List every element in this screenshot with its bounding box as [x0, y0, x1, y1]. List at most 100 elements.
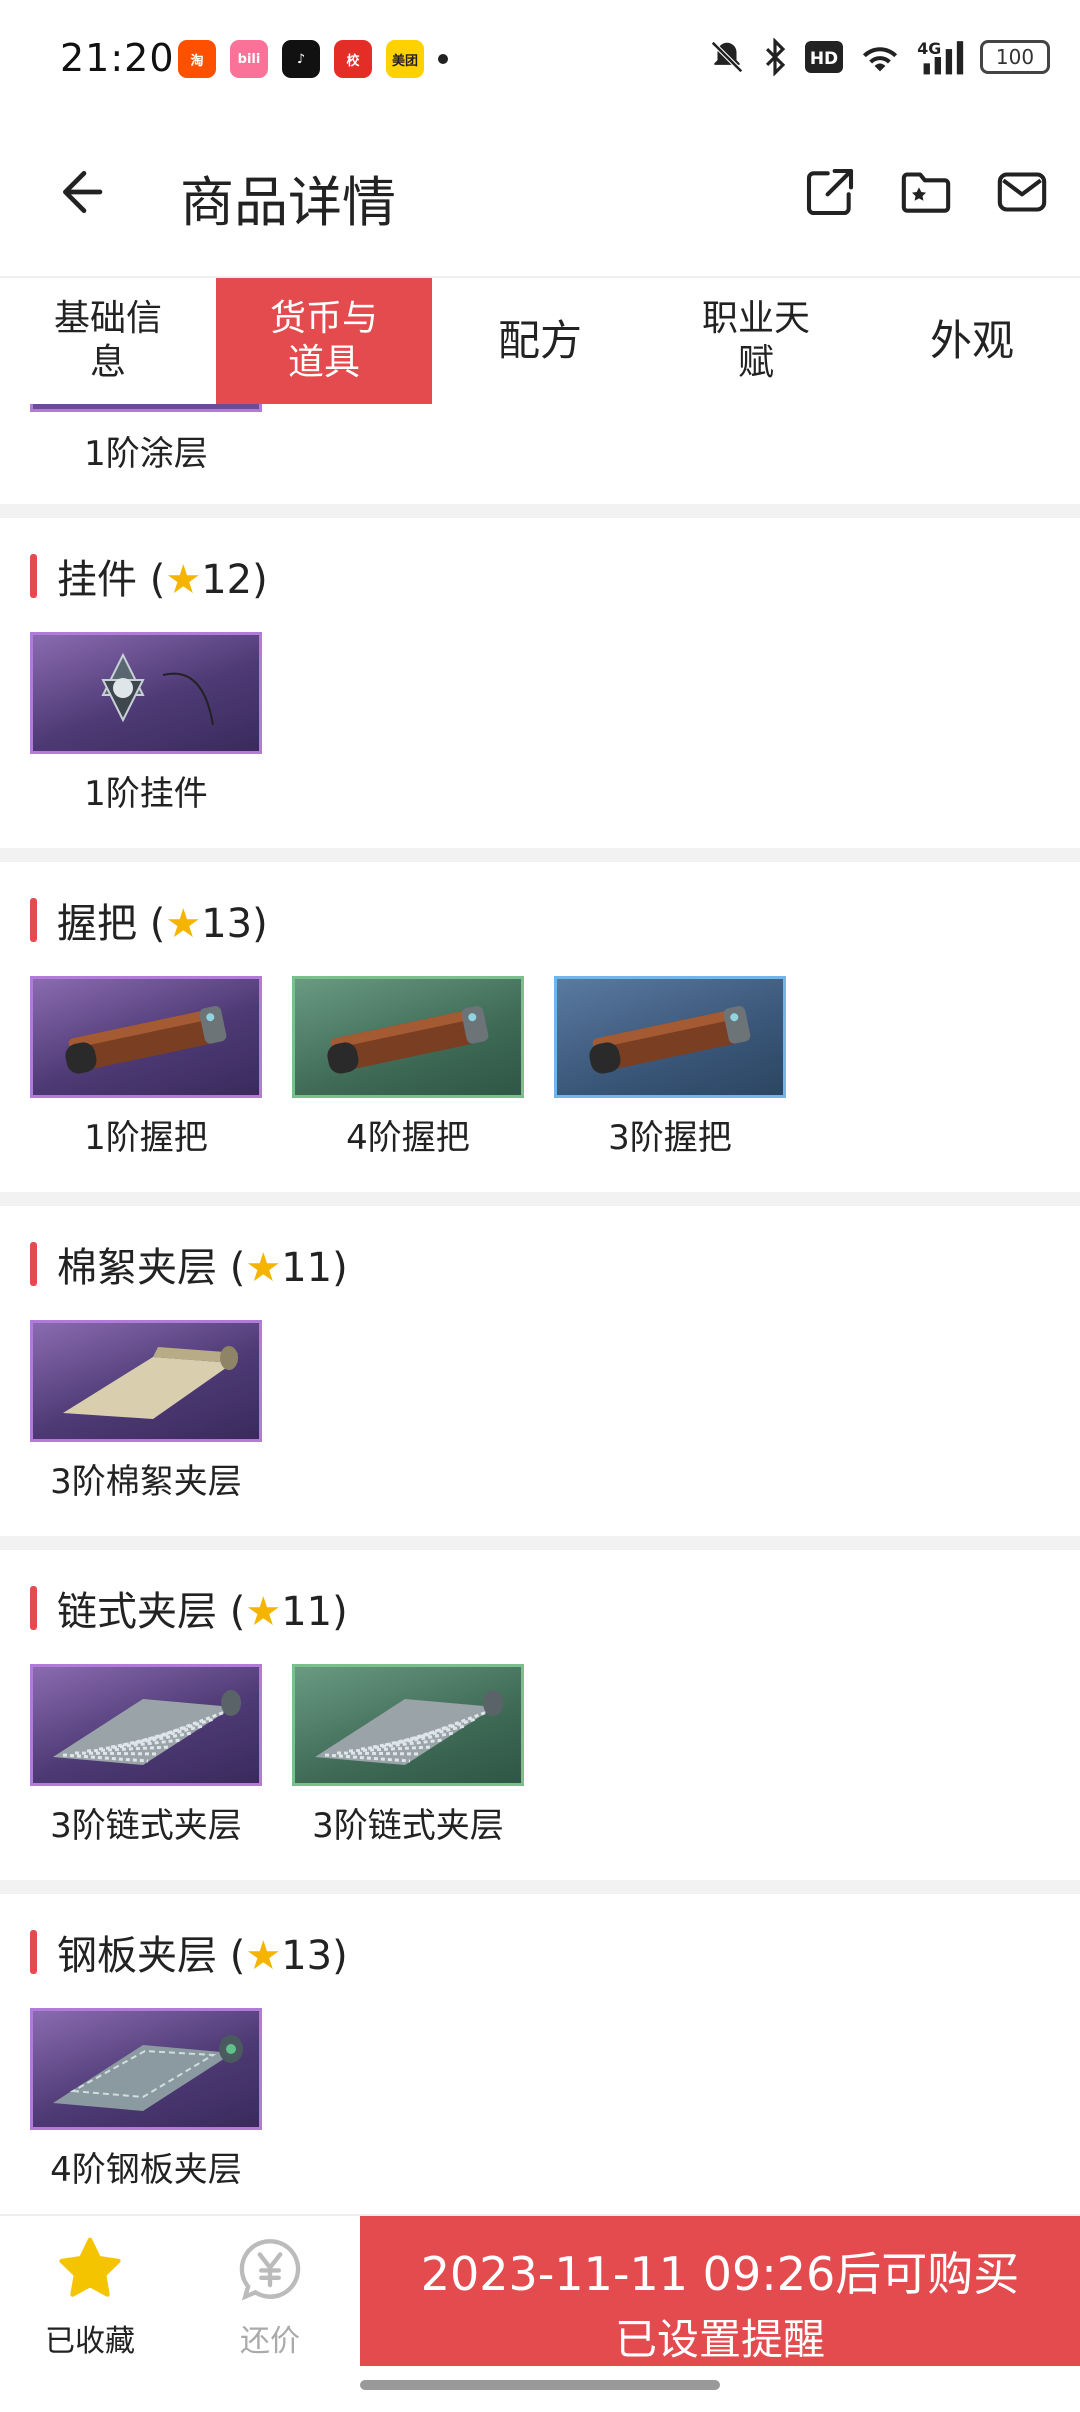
item-thumbnail[interactable]	[554, 976, 786, 1098]
section-name: 钢板夹层	[57, 1933, 217, 1979]
section-title: 挂件 (★12)	[57, 557, 268, 603]
item-label: 3阶链式夹层	[312, 1806, 504, 1846]
section-header: 钢板夹层 (★13)	[0, 1894, 1080, 1982]
section-header: 握把 (★13)	[0, 862, 1080, 950]
item-thumbnail[interactable]	[30, 976, 262, 1098]
star-icon: ★	[245, 1589, 282, 1635]
item-thumbnail[interactable]	[30, 1320, 262, 1442]
tab-3[interactable]: 职业天 赋	[648, 278, 864, 404]
star-icon: ★	[165, 901, 202, 947]
bargain-label: 还价	[240, 2324, 300, 2359]
home-indicator[interactable]	[360, 2380, 720, 2390]
status-bar: 21:20 淘 bili ♪ 校美团 HD 4G 100	[0, 0, 1080, 120]
section-divider	[0, 848, 1080, 862]
section-accent-bar	[30, 1586, 37, 1630]
section-accent-bar	[30, 898, 37, 942]
item-card[interactable]: 1阶握把	[30, 976, 262, 1159]
item-thumbnail[interactable]	[30, 1664, 262, 1786]
section-level: 11	[281, 1589, 333, 1635]
item-card[interactable]: 1阶挂件	[30, 632, 262, 815]
item-section: 棉絮夹层 (★11) 3阶棉絮夹层	[0, 1206, 1080, 1536]
bargain-button[interactable]: 还价	[195, 2234, 345, 2360]
hd-icon: HD	[805, 41, 843, 73]
section-title: 握把 (★13)	[57, 901, 268, 947]
message-icon[interactable]	[994, 164, 1050, 220]
item-label: 3阶握把	[608, 1118, 732, 1158]
status-indicators: HD 4G 100	[708, 38, 1050, 76]
item-thumbnail[interactable]	[30, 632, 262, 754]
back-arrow-icon[interactable]	[52, 160, 116, 224]
item-card[interactable]: 3阶链式夹层	[30, 1664, 262, 1847]
item-card[interactable]: 3阶握把	[554, 976, 786, 1159]
content-scroll[interactable]: 1阶涂层 挂件 (★12) 1阶挂件握把 (★13) 1阶握把 4阶握把 3阶握把棉絮夹…	[0, 404, 1080, 2214]
item-thumbnail[interactable]	[292, 1664, 524, 1786]
app-bar: 商品详情	[0, 120, 1080, 276]
mute-icon	[711, 41, 743, 73]
section-accent-bar	[30, 1242, 37, 1286]
section-name: 链式夹层	[57, 1589, 217, 1635]
section-level: 12	[201, 557, 253, 603]
section-level: 13	[201, 901, 253, 947]
section-name: 挂件	[57, 557, 137, 603]
reminder-status-text: 已设置提醒	[614, 2315, 825, 2364]
yen-bubble-icon	[239, 2239, 301, 2301]
bluetooth-icon	[765, 38, 786, 76]
signal-4g-icon: 4G	[917, 39, 964, 75]
item-section: 握把 (★13) 1阶握把 4阶握把 3阶握把	[0, 862, 1080, 1192]
tab-0[interactable]: 基础信 息	[0, 278, 216, 404]
section-divider	[0, 1880, 1080, 1894]
star-icon: ★	[165, 557, 202, 603]
item-card[interactable]: 3阶棉絮夹层	[30, 1320, 262, 1503]
tab-2[interactable]: 配方	[432, 278, 648, 404]
section-title: 钢板夹层 (★13)	[57, 1933, 348, 1979]
section-header: 挂件 (★12)	[0, 518, 1080, 606]
item-card[interactable]: 3阶链式夹层	[292, 1664, 524, 1847]
partial-section: 1阶涂层	[0, 404, 1080, 504]
tab-4[interactable]: 外观	[864, 278, 1080, 404]
item-section: 挂件 (★12) 1阶挂件	[0, 518, 1080, 848]
item-label: 3阶棉絮夹层	[50, 1462, 242, 1502]
notification-app-icons: 淘 bili ♪ 校美团	[178, 40, 448, 78]
section-level: 11	[281, 1245, 333, 1291]
item-label: 3阶链式夹层	[50, 1806, 242, 1846]
section-accent-bar	[30, 554, 37, 598]
category-tabs: 基础信 息货币与 道具 配方 职业天 赋外观	[0, 276, 1080, 406]
item-thumbnail[interactable]	[30, 404, 262, 412]
item-label: 4阶握把	[346, 1118, 470, 1158]
star-icon: ★	[245, 1245, 282, 1291]
wifi-icon	[862, 47, 898, 72]
item-thumbnail[interactable]	[30, 2008, 262, 2130]
item-label: 1阶握把	[84, 1118, 208, 1158]
bilibili-icon: bili	[230, 40, 268, 78]
taobao-icon: 淘	[178, 40, 216, 78]
section-divider	[0, 1192, 1080, 1206]
item-card[interactable]: 4阶钢板夹层	[30, 2008, 262, 2191]
svg-text:HD: HD	[810, 49, 838, 69]
meituan-icon: 美团	[386, 40, 424, 78]
item-section: 链式夹层 (★11) 3阶链式夹层 3阶链式夹层	[0, 1550, 1080, 1880]
section-title: 棉絮夹层 (★11)	[57, 1245, 348, 1291]
section-header: 链式夹层 (★11)	[0, 1550, 1080, 1638]
svg-text:4G: 4G	[917, 39, 941, 58]
bottom-action-bar: 已收藏 还价 2023-11-11 09:26后可购买 已设置提醒	[0, 2214, 1080, 2384]
item-thumbnail[interactable]	[292, 976, 524, 1098]
section-name: 握把	[57, 901, 137, 947]
battery-icon: 100	[980, 40, 1050, 74]
section-name: 棉絮夹层	[57, 1245, 217, 1291]
purchase-time-text: 2023-11-11 09:26后可购买	[420, 2247, 1020, 2301]
purchase-reminder-button[interactable]: 2023-11-11 09:26后可购买 已设置提醒	[360, 2216, 1080, 2366]
section-divider	[0, 1536, 1080, 1550]
item-label: 1阶涂层	[84, 434, 208, 474]
item-section: 钢板夹层 (★13) 4阶钢板夹层	[0, 1894, 1080, 2214]
more-notifications-dot	[438, 54, 448, 64]
favorite-label: 已收藏	[45, 2324, 135, 2359]
favorite-folder-icon[interactable]	[898, 164, 954, 220]
section-header: 棉絮夹层 (★11)	[0, 1206, 1080, 1294]
favorite-button[interactable]: 已收藏	[15, 2234, 165, 2360]
tab-1[interactable]: 货币与 道具	[216, 278, 432, 404]
share-icon[interactable]	[802, 164, 858, 220]
section-divider	[0, 504, 1080, 518]
star-icon: ★	[245, 1933, 282, 1979]
tiktok-icon: ♪	[282, 40, 320, 78]
item-card[interactable]: 4阶握把	[292, 976, 524, 1159]
